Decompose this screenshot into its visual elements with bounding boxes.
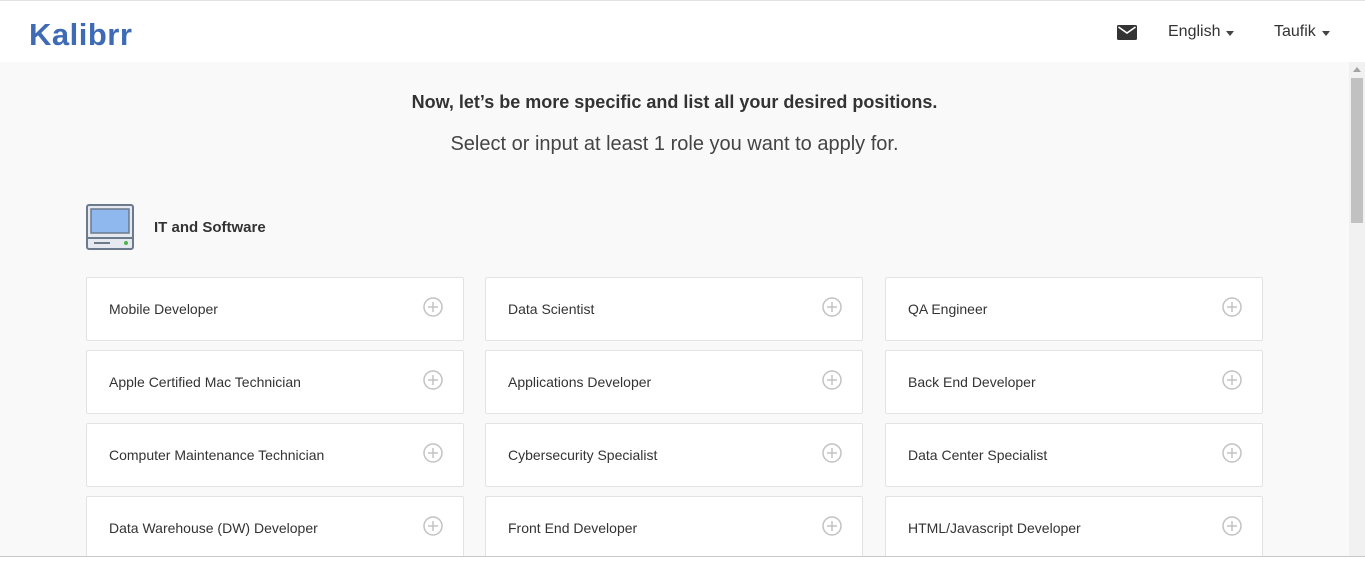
plus-circle-icon[interactable] [822,370,842,390]
logo-text: Kalibrr [29,17,133,52]
vertical-scrollbar[interactable] [1349,62,1365,556]
role-card[interactable]: QA Engineer [885,277,1263,341]
language-dropdown[interactable]: English [1168,21,1235,43]
role-card[interactable]: Data Scientist [485,277,863,341]
plus-circle-icon[interactable] [1222,370,1242,390]
role-label: Computer Maintenance Technician [109,447,325,463]
role-card[interactable]: Applications Developer [485,350,863,414]
category-header: IT and Software [86,203,266,251]
plus-circle-icon[interactable] [423,297,443,317]
page-heading: Now, let’s be more specific and list all… [411,92,938,112]
plus-circle-icon[interactable] [822,516,842,536]
role-card[interactable]: Apple Certified Mac Technician [86,350,464,414]
mail-icon[interactable] [1117,25,1137,40]
role-label: Mobile Developer [109,301,218,317]
page-subheading: Select or input at least 1 role you want… [450,133,899,155]
role-card[interactable]: Computer Maintenance Technician [86,423,464,487]
role-label: Apple Certified Mac Technician [109,374,301,390]
kalibrr-logo[interactable]: Kalibrr [29,14,132,50]
role-card[interactable]: Front End Developer [485,496,863,560]
role-label: Back End Developer [908,374,1036,390]
role-label: Applications Developer [508,374,652,390]
plus-circle-icon[interactable] [423,443,443,463]
category-title: IT and Software [154,218,266,236]
role-card[interactable]: Back End Developer [885,350,1263,414]
scroll-thumb[interactable] [1351,78,1363,223]
role-label: HTML/Javascript Developer [908,520,1081,536]
role-label: QA Engineer [908,301,988,317]
chevron-down-icon [1321,30,1330,36]
role-card[interactable]: Cybersecurity Specialist [485,423,863,487]
role-card[interactable]: Data Warehouse (DW) Developer [86,496,464,560]
role-card[interactable]: Mobile Developer [86,277,464,341]
top-navbar: Kalibrr English Taufik [0,0,1365,62]
computer-icon [86,204,134,250]
role-card[interactable]: Data Center Specialist [885,423,1263,487]
plus-circle-icon[interactable] [1222,516,1242,536]
chevron-down-icon [1226,30,1235,36]
role-label: Front End Developer [508,520,638,536]
plus-circle-icon[interactable] [423,370,443,390]
user-menu-dropdown[interactable]: Taufik [1274,21,1330,43]
plus-circle-icon[interactable] [822,443,842,463]
scroll-up-arrow-icon[interactable] [1353,67,1361,72]
role-label: Data Warehouse (DW) Developer [109,520,318,536]
plus-circle-icon[interactable] [822,297,842,317]
bottom-divider [0,556,1365,562]
role-label: Data Center Specialist [908,447,1048,463]
plus-circle-icon[interactable] [1222,297,1242,317]
plus-circle-icon[interactable] [423,516,443,536]
language-label: English [1168,23,1221,40]
plus-circle-icon[interactable] [1222,443,1242,463]
user-name: Taufik [1274,23,1316,40]
role-label: Cybersecurity Specialist [508,447,658,463]
role-card[interactable]: HTML/Javascript Developer [885,496,1263,560]
role-label: Data Scientist [508,301,595,317]
